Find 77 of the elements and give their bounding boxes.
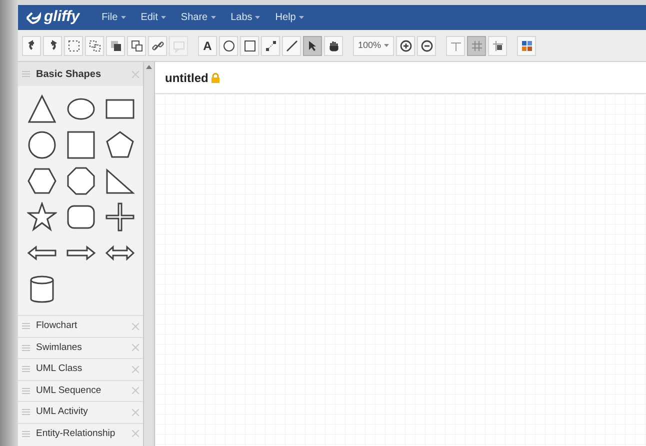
link-button[interactable] <box>148 36 167 56</box>
library-label: Flowchart <box>36 319 78 334</box>
zoom-out-icon <box>420 38 434 52</box>
panel-title: Basic Shapes <box>36 68 102 82</box>
rectangle-tool-button[interactable] <box>240 36 259 56</box>
front-button[interactable] <box>106 36 125 56</box>
drag-handle-icon <box>22 71 30 77</box>
library-label: UML Sequence <box>36 384 102 398</box>
logo-text: gliffy <box>44 7 80 28</box>
drag-handle-icon <box>22 409 30 416</box>
theme-button[interactable] <box>517 36 536 56</box>
library-label: UML Class <box>36 362 84 376</box>
snap-grid-icon <box>490 38 505 52</box>
dashed-square-icon <box>66 38 80 52</box>
pan-tool-button[interactable] <box>324 36 343 56</box>
drag-handle-icon <box>22 323 30 330</box>
zoom-dropdown[interactable]: 100% <box>353 36 394 56</box>
pointer-tool-button[interactable] <box>303 36 322 56</box>
grid-button[interactable] <box>467 36 486 56</box>
drag-handle-icon <box>22 430 30 437</box>
caret-icon <box>298 16 304 19</box>
snap-button[interactable] <box>488 36 508 56</box>
square-icon <box>242 38 256 52</box>
redo-button[interactable] <box>43 36 62 56</box>
triangle-shape[interactable] <box>26 94 56 124</box>
panel-header[interactable]: Basic Shapes <box>18 62 143 86</box>
color-tiles-icon <box>520 38 534 52</box>
menu-item[interactable]: File <box>102 10 126 25</box>
speech-bubble-icon <box>172 38 186 52</box>
drag-handle-icon <box>22 388 30 394</box>
zoom-in-button[interactable] <box>396 36 416 56</box>
right-triangle-shape[interactable] <box>104 166 134 196</box>
zoom-in-icon <box>398 38 413 52</box>
library-label: Swimlanes <box>36 340 83 355</box>
grid-icon <box>470 38 484 52</box>
link-icon <box>150 38 164 52</box>
line-icon <box>284 38 298 52</box>
stacked-squares-icon <box>108 38 122 52</box>
caret-icon <box>384 44 390 47</box>
text-tool-button[interactable]: A <box>198 36 217 56</box>
caret-icon <box>160 16 166 19</box>
hexagon-shape[interactable] <box>26 166 56 196</box>
line-tool-button[interactable] <box>282 36 301 56</box>
scrollbar[interactable] <box>143 62 155 446</box>
scroll-up-icon[interactable] <box>146 64 152 70</box>
document-title[interactable]: untitled <box>165 68 208 86</box>
library-label: Entity-Relationship <box>36 426 116 441</box>
caret-icon <box>210 16 216 19</box>
zoom-out-button[interactable] <box>417 36 436 56</box>
square-shape[interactable] <box>66 130 96 160</box>
circle-shape[interactable] <box>26 130 56 160</box>
drag-handle-icon <box>22 366 30 372</box>
ungroup-button[interactable] <box>85 36 104 56</box>
menu-item[interactable]: Share <box>180 10 216 25</box>
ellipse-tool-button[interactable] <box>219 36 238 56</box>
cross-shape[interactable] <box>104 202 134 232</box>
connector-icon <box>264 38 278 52</box>
caret-icon <box>255 16 260 19</box>
octagon-shape[interactable] <box>66 166 96 196</box>
menu-item[interactable]: Help <box>275 10 304 25</box>
circle-icon <box>222 38 236 52</box>
group-button[interactable] <box>64 36 83 56</box>
menu-item[interactable]: Edit <box>140 10 166 25</box>
back-button[interactable] <box>127 36 146 56</box>
connector-tool-button[interactable] <box>261 36 280 56</box>
undo-button[interactable] <box>22 36 41 56</box>
hand-icon <box>326 38 340 52</box>
overlapping-squares-icon <box>130 38 144 52</box>
menu-item[interactable]: Labs <box>230 10 260 25</box>
guides-button[interactable] <box>446 36 466 56</box>
drag-handle-icon <box>22 344 30 351</box>
pentagon-shape[interactable] <box>104 130 134 160</box>
library-label: UML Activity <box>36 405 89 420</box>
caret-icon <box>120 16 126 19</box>
logo-icon <box>26 10 42 24</box>
star-shape[interactable] <box>26 202 56 232</box>
dashed-squares-icon <box>88 38 102 52</box>
